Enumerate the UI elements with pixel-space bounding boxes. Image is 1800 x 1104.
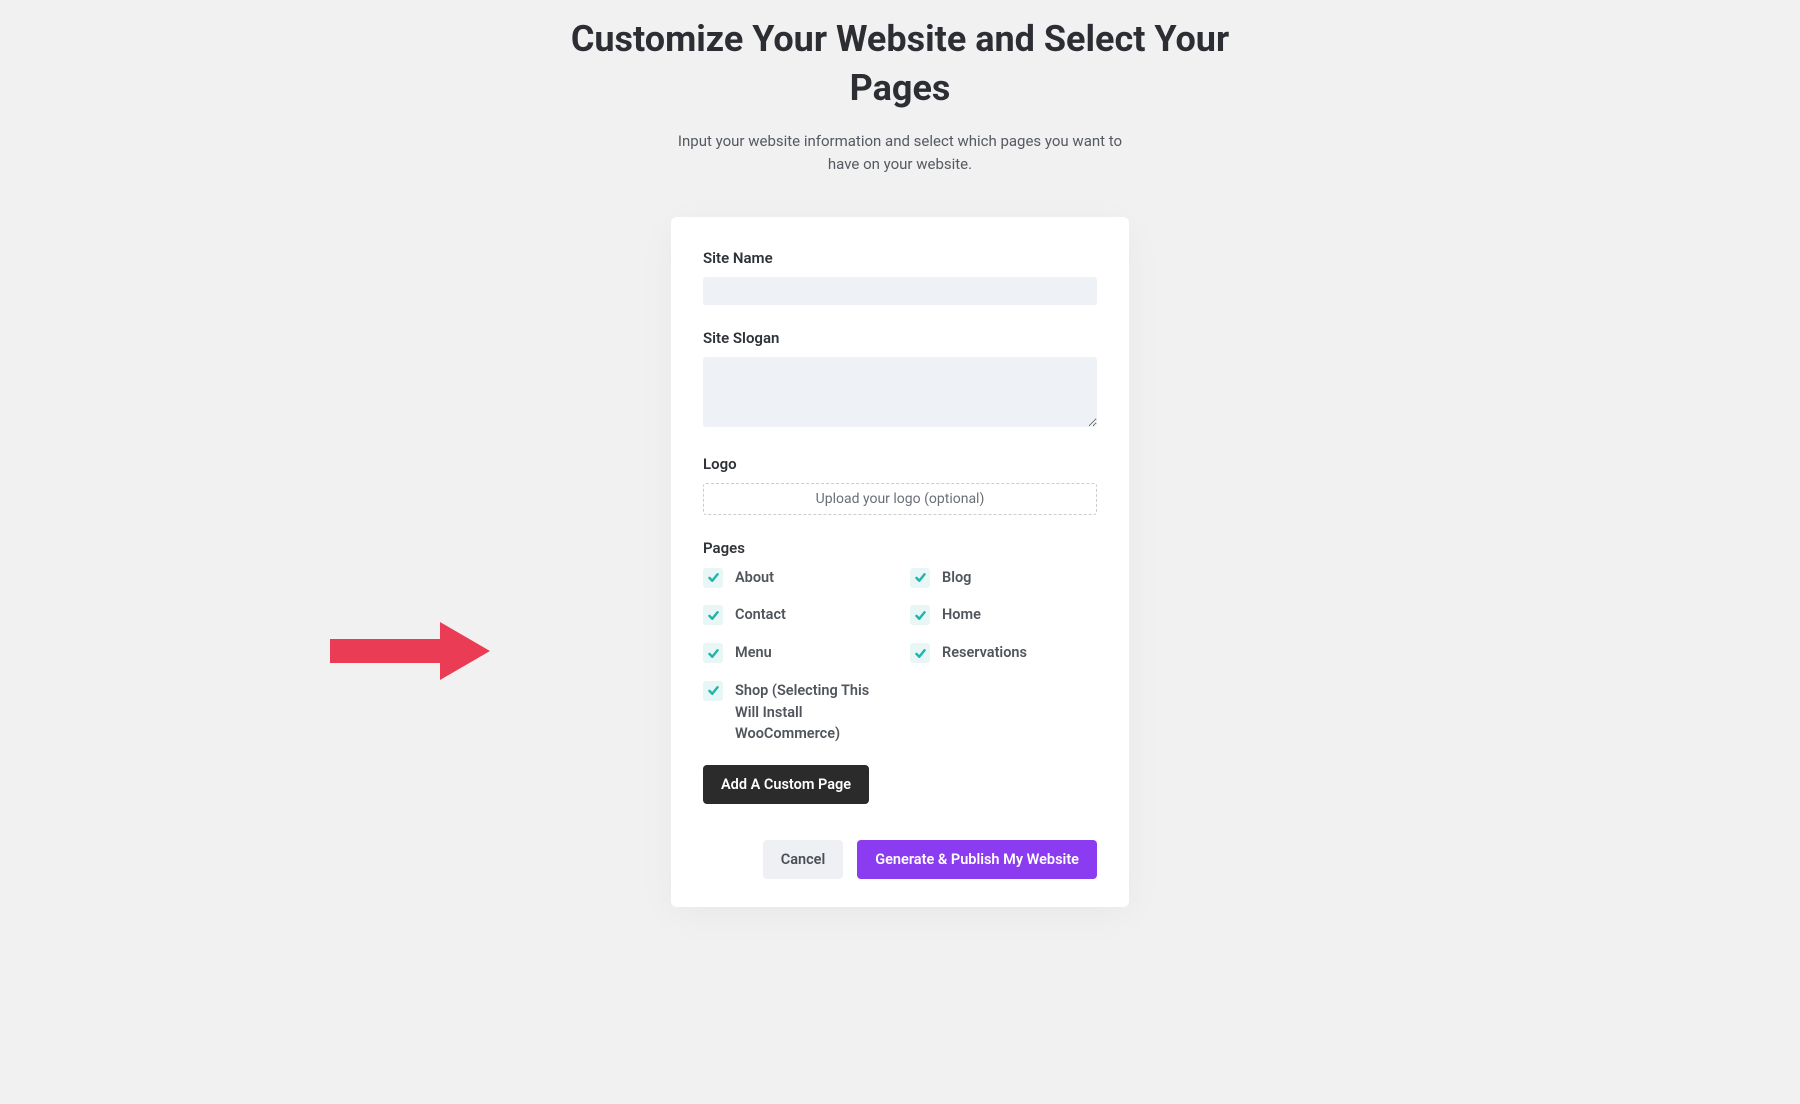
generate-button[interactable]: Generate & Publish My Website: [857, 840, 1097, 879]
checkbox-contact[interactable]: [703, 605, 723, 625]
button-row: Cancel Generate & Publish My Website: [703, 840, 1097, 879]
check-icon: [707, 647, 720, 660]
page-item-shop: Shop (Selecting This Will Install WooCom…: [703, 680, 890, 745]
checkbox-home[interactable]: [910, 605, 930, 625]
page-subtitle: Input your website information and selec…: [670, 130, 1130, 177]
logo-group: Logo Upload your logo (optional): [703, 455, 1097, 515]
pages-section: Pages About Blog: [703, 539, 1097, 746]
site-name-label: Site Name: [703, 249, 1097, 267]
page-label-home: Home: [942, 604, 981, 626]
annotation-arrow: [330, 622, 490, 680]
page-item-menu: Menu: [703, 642, 890, 664]
page-item-blog: Blog: [910, 567, 1097, 589]
checkbox-shop[interactable]: [703, 681, 723, 701]
site-slogan-label: Site Slogan: [703, 329, 1097, 347]
site-name-group: Site Name: [703, 249, 1097, 305]
add-custom-page-button[interactable]: Add A Custom Page: [703, 765, 869, 804]
page-label-shop: Shop (Selecting This Will Install WooCom…: [735, 680, 890, 745]
checkbox-blog[interactable]: [910, 568, 930, 588]
page-item-home: Home: [910, 604, 1097, 626]
logo-upload-button[interactable]: Upload your logo (optional): [703, 483, 1097, 515]
page-label-contact: Contact: [735, 604, 786, 626]
arrow-icon: [330, 622, 490, 680]
page-label-blog: Blog: [942, 567, 971, 589]
site-slogan-group: Site Slogan: [703, 329, 1097, 431]
page-item-about: About: [703, 567, 890, 589]
page-label-reservations: Reservations: [942, 642, 1027, 664]
check-icon: [914, 571, 927, 584]
check-icon: [914, 609, 927, 622]
checkbox-menu[interactable]: [703, 643, 723, 663]
page-item-contact: Contact: [703, 604, 890, 626]
site-name-input[interactable]: [703, 277, 1097, 305]
pages-label: Pages: [703, 539, 1097, 557]
check-icon: [707, 684, 720, 697]
checkbox-about[interactable]: [703, 568, 723, 588]
check-icon: [914, 647, 927, 660]
check-icon: [707, 571, 720, 584]
check-icon: [707, 609, 720, 622]
form-card: Site Name Site Slogan Logo Upload your l…: [671, 217, 1129, 908]
pages-grid: About Blog Contact: [703, 567, 1097, 746]
logo-label: Logo: [703, 455, 1097, 473]
page-label-menu: Menu: [735, 642, 772, 664]
page-label-about: About: [735, 567, 774, 589]
page-item-reservations: Reservations: [910, 642, 1097, 664]
cancel-button[interactable]: Cancel: [763, 840, 844, 879]
site-slogan-input[interactable]: [703, 357, 1097, 427]
page-title: Customize Your Website and Select Your P…: [550, 15, 1250, 112]
checkbox-reservations[interactable]: [910, 643, 930, 663]
